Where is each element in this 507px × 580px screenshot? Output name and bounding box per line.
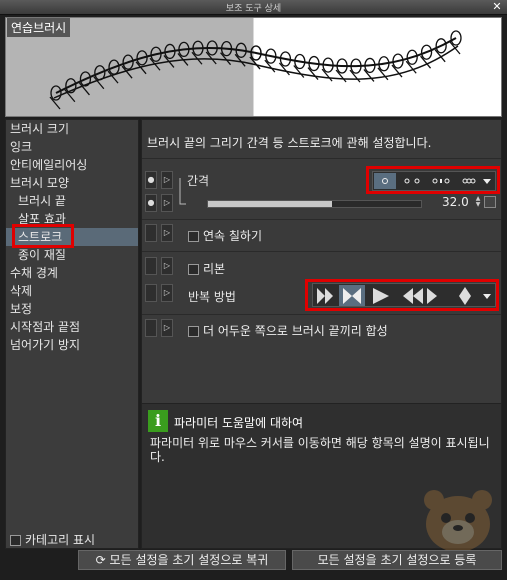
sidebar-item-label: 브러시 크기 [10, 122, 70, 136]
refresh-icon: ⟳ [95, 553, 110, 567]
category-toggle[interactable]: 카테고리 표시 [10, 532, 95, 548]
register-defaults-button[interactable]: 모든 설정을 초기 설정으로 등록 [292, 550, 502, 570]
merge-checkbox[interactable] [188, 326, 199, 337]
info-icon: i [148, 410, 168, 432]
category-sidebar: 브러시 크기 잉크 안티에일리어싱 브러시 모양 브러시 끝 살포 효과 스트로… [5, 119, 139, 549]
expand-icon[interactable]: ▷ [161, 171, 173, 189]
sidebar-item-label: 보정 [10, 302, 33, 316]
ribbon-label: 리본 [203, 262, 226, 276]
title-bar: 보조 도구 상세 ✕ [0, 0, 507, 15]
category-toggle-label: 카테고리 표시 [25, 533, 96, 547]
spin-arrows-icon[interactable]: ▲ ▼ [474, 196, 482, 208]
sidebar-item-label: 수채 경계 [10, 266, 58, 280]
merge-option[interactable]: 더 어두운 쪽으로 브러시 끝끼리 합성 [188, 322, 388, 339]
spacing-value: 32.0 [442, 195, 469, 209]
ribbon-checkbox[interactable] [188, 264, 199, 275]
sidebar-item-brush-tip[interactable]: 브러시 끝 [6, 192, 138, 210]
spacing-presets [374, 173, 491, 189]
eye-toggle[interactable] [145, 284, 157, 302]
merge-label: 더 어두운 쪽으로 브러시 끝끼리 합성 [203, 324, 388, 338]
repeat-label: 반복 방법 [188, 290, 236, 304]
sidebar-item-label: 삭제 [10, 284, 33, 298]
sidebar-item-spray[interactable]: 살포 효과 [6, 210, 138, 228]
repeat-presets [317, 285, 491, 306]
reset-defaults-button[interactable]: ⟳ 모든 설정을 초기 설정으로 복귀 [78, 550, 286, 570]
reset-label: 모든 설정을 초기 설정으로 복귀 [109, 553, 269, 567]
continuous-label: 연속 칠하기 [203, 229, 263, 243]
divider [142, 314, 501, 315]
settings-panel: 브러시 끝의 그리기 간격 등 스트로크에 관해 설정합니다. ● ▷ ● ▷ … [141, 119, 502, 549]
panel-description: 브러시 끝의 그리기 간격 등 스트로크에 관해 설정합니다. [147, 136, 432, 150]
sidebar-item-overflow-prevention[interactable]: 넘어가기 방지 [6, 336, 138, 354]
bear-mascot-icon [424, 490, 492, 550]
ribbon-row: 리본 [142, 257, 501, 279]
close-icon[interactable]: ✕ [491, 1, 503, 13]
sidebar-item-label: 넘어가기 방지 [10, 338, 81, 352]
continuous-checkbox[interactable] [188, 231, 199, 242]
sidebar-item-erase[interactable]: 삭제 [6, 282, 138, 300]
sidebar-item-stroke[interactable]: 스트로크 [6, 228, 138, 246]
chevron-down-icon [483, 179, 491, 184]
divider [142, 251, 501, 252]
continuous-row: 연속 칠하기 [142, 224, 501, 246]
preview-label: 연습브러시 [7, 18, 71, 37]
ribbon-option[interactable]: 리본 [188, 260, 225, 277]
spacing-slider[interactable] [207, 200, 422, 208]
window-title: 보조 도구 상세 [225, 4, 282, 14]
sidebar-item-label: 잉크 [10, 140, 33, 154]
sidebar-item-paper-texture[interactable]: 종이 재질 [6, 246, 138, 264]
eye-icon[interactable]: ● [145, 194, 157, 212]
sidebar-item-label: 종이 재질 [18, 248, 66, 262]
help-title: 파라미터 도움말에 대하여 [174, 416, 304, 430]
sidebar-item-correction[interactable]: 보정 [6, 300, 138, 318]
spacing-slider-fill [208, 201, 332, 207]
options-button[interactable] [484, 196, 496, 208]
expand-icon[interactable]: ▷ [161, 194, 173, 212]
merge-row: 더 어두운 쪽으로 브러시 끝끼리 합성 [142, 319, 501, 341]
divider [142, 158, 501, 159]
spacing-label: 간격 [187, 174, 210, 188]
register-label: 모든 설정을 초기 설정으로 등록 [317, 553, 477, 567]
sidebar-item-antialiasing[interactable]: 안티에일리어싱 [6, 156, 138, 174]
brush-stroke-preview [49, 30, 462, 110]
sidebar-item-label: 스트로크 [18, 230, 63, 244]
sidebar-item-start-end[interactable]: 시작점과 끝점 [6, 318, 138, 336]
continuous-option[interactable]: 연속 칠하기 [188, 227, 262, 244]
brush-preview: 연습브러시 [5, 17, 502, 117]
eye-icon[interactable]: ● [145, 171, 157, 189]
divider [142, 219, 501, 220]
category-checkbox[interactable] [10, 535, 21, 546]
chevron-down-icon [483, 294, 491, 299]
sidebar-item-label: 시작점과 끝점 [10, 320, 81, 334]
expand-icon[interactable]: ▷ [161, 284, 173, 302]
sidebar-item-watercolor-edge[interactable]: 수채 경계 [6, 264, 138, 282]
sidebar-item-label: 안티에일리어싱 [10, 158, 88, 172]
sidebar-item-label: 브러시 모양 [10, 176, 70, 190]
sidebar-item-label: 브러시 끝 [18, 194, 66, 208]
sidebar-item-ink[interactable]: 잉크 [6, 138, 138, 156]
repeat-dropdown[interactable] [312, 283, 496, 307]
help-body: 파라미터 위로 마우스 커서를 이동하면 해당 항목의 설명이 표시됩니다. [150, 436, 490, 464]
sidebar-item-label: 살포 효과 [18, 212, 66, 226]
sidebar-item-brush-shape[interactable]: 브러시 모양 [6, 174, 138, 192]
sidebar-item-brush-size[interactable]: 브러시 크기 [6, 120, 138, 138]
spacing-dropdown[interactable] [372, 171, 496, 191]
